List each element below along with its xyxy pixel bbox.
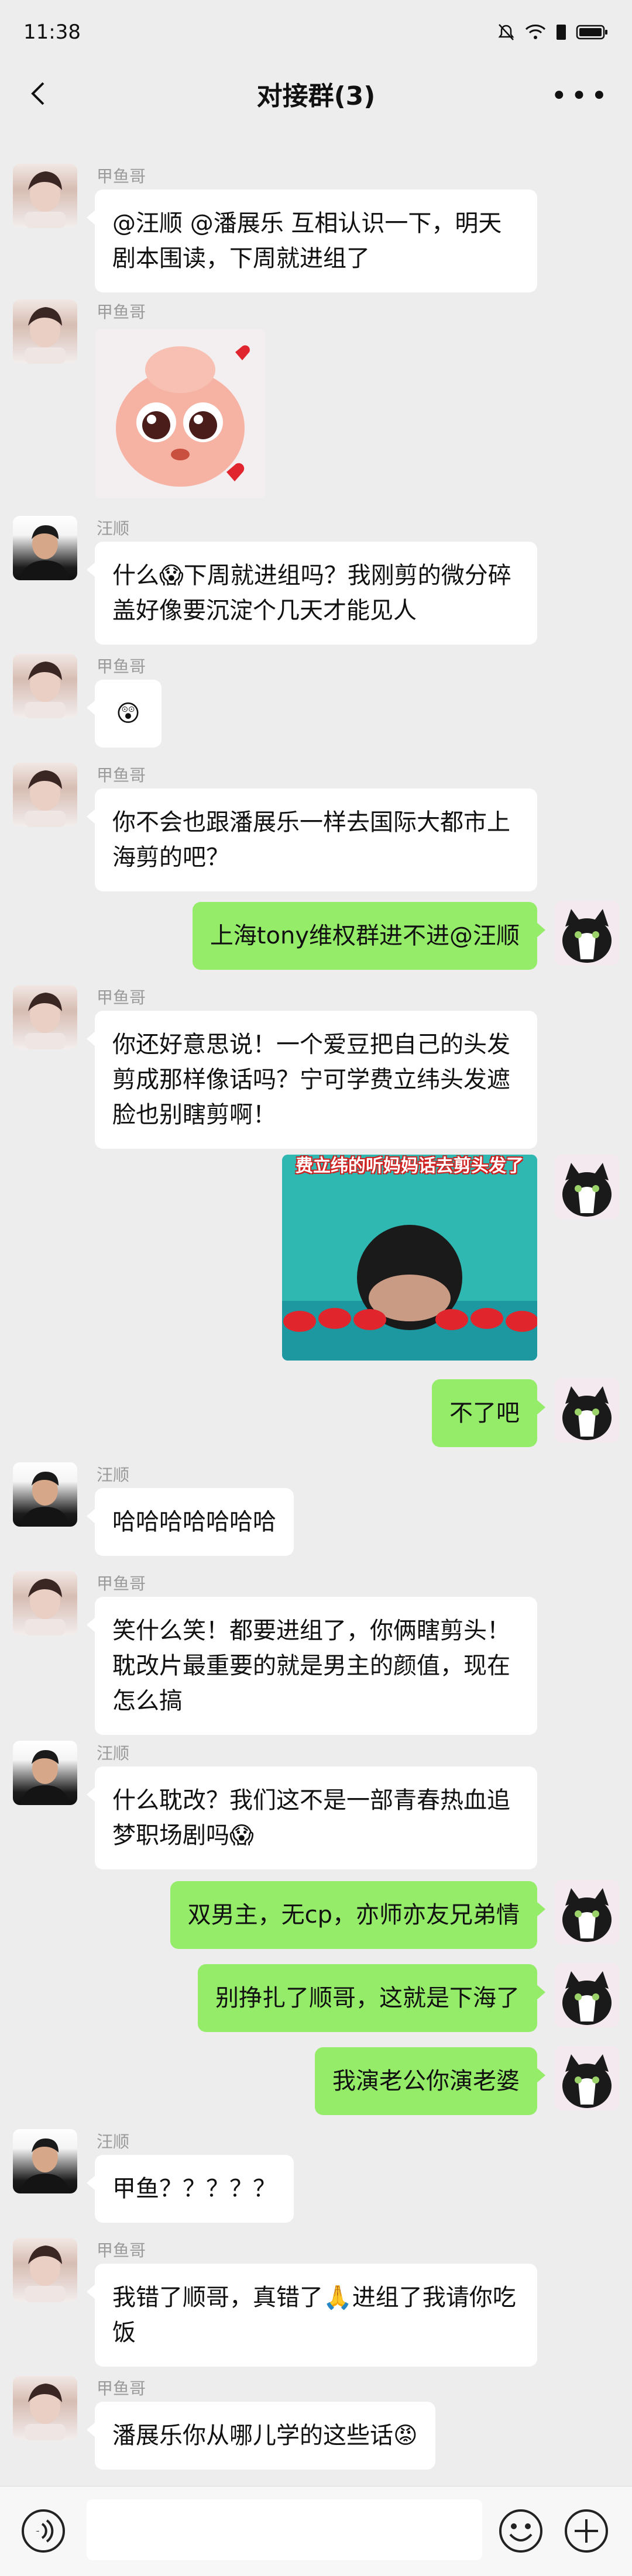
message-bubble[interactable]: 😲: [87, 680, 162, 748]
sender-name: 汪顺: [97, 1465, 130, 1485]
pink-creature-sticker-image: [116, 345, 250, 487]
message-input[interactable]: [87, 2499, 482, 2560]
avatar-portrait-icon: [25, 171, 66, 228]
avatar-me[interactable]: [555, 901, 619, 965]
sender-name: 甲鱼哥: [97, 2379, 146, 2398]
mute-icon: [498, 24, 514, 40]
avatar-jiayuge[interactable]: [13, 164, 77, 228]
avatar-portrait-icon: [25, 993, 66, 1049]
message-bubble[interactable]: 什么😱下周就进组吗？我刚剪的微分碎盖好像要沉淀个几天才能见人: [87, 542, 537, 645]
avatar-me[interactable]: [555, 2046, 619, 2110]
sender-name: 甲鱼哥: [97, 988, 146, 1007]
message-bubble[interactable]: @汪顺 @潘展乐 互相认识一下，明天剧本围读，下周就进组了: [87, 190, 537, 292]
avatar-portrait-icon: [25, 2384, 66, 2440]
sender-name: 甲鱼哥: [97, 657, 146, 676]
swimmer-meme-sticker[interactable]: 费立纬的听妈妈话去剪头发了: [282, 1155, 537, 1361]
input-bar: [0, 2486, 632, 2576]
message-bubble[interactable]: 你还好意思说！一个爱豆把自己的头发剪成那样像话吗？宁可学费立纬头发遮脸也别瞎剪啊…: [87, 1011, 537, 1149]
battery-icon: [576, 25, 607, 40]
sim-icon: [557, 25, 566, 40]
message-bubble[interactable]: 什么耽改？我们这不是一部青春热血追梦职场剧吗😱: [87, 1766, 537, 1869]
avatar-portrait-icon: [20, 2138, 70, 2193]
avatar-jiayuge[interactable]: [13, 2238, 77, 2302]
avatar-portrait-icon: [20, 1472, 70, 1527]
avatar-jiayuge[interactable]: [13, 299, 77, 364]
sender-name: 甲鱼哥: [97, 2241, 146, 2260]
pink-creature-sticker[interactable]: [95, 329, 266, 498]
avatar-portrait-icon: [20, 1750, 70, 1805]
status-time: 11:38: [23, 20, 81, 44]
avatar-me[interactable]: [555, 1880, 619, 1944]
my-message-bubble[interactable]: 别挣扎了顺哥，这就是下海了: [198, 1964, 545, 2032]
sender-name: 汪顺: [97, 519, 130, 538]
my-message-bubble[interactable]: 双男主，无cp，亦师亦友兄弟情: [170, 1881, 546, 1949]
plus-icon[interactable]: [563, 2508, 610, 2554]
cat-avatar-icon: [555, 1880, 619, 1944]
message-list[interactable]: 甲鱼哥 @汪顺 @潘展乐 互相认识一下，明天剧本围读，下周就进组了 甲鱼哥 汪顺…: [0, 123, 632, 2486]
chat-header: 对接群(3) •••: [0, 64, 632, 123]
cat-avatar-icon: [555, 1378, 619, 1442]
chat-title: 对接群(3): [256, 81, 376, 111]
back-icon[interactable]: [23, 78, 54, 109]
avatar-portrait-icon: [25, 1579, 66, 1635]
sender-name: 甲鱼哥: [97, 302, 146, 322]
avatar-jiayuge[interactable]: [13, 1571, 77, 1635]
emoji-icon[interactable]: [497, 2508, 544, 2554]
sender-name: 汪顺: [97, 1744, 130, 1763]
message-bubble[interactable]: 笑什么笑！都要进组了，你俩瞎剪头！耽改片最重要的就是男主的颜值，现在怎么搞: [87, 1597, 537, 1735]
status-icons: [496, 22, 609, 42]
more-icon[interactable]: •••: [551, 80, 611, 112]
sender-name: 甲鱼哥: [97, 1574, 146, 1593]
avatar-jiayuge[interactable]: [13, 985, 77, 1049]
swimmer-meme-image: [282, 1155, 537, 1361]
avatar-jiayuge[interactable]: [13, 654, 77, 718]
avatar-portrait-icon: [25, 2246, 66, 2302]
cat-avatar-icon: [555, 1155, 619, 1219]
my-message-bubble[interactable]: 不了吧: [432, 1379, 545, 1447]
meme-caption: 费立纬的听妈妈话去剪头发了: [296, 1156, 524, 1176]
message-bubble[interactable]: 我错了顺哥，真错了🙏进组了我请你吃饭: [87, 2264, 537, 2367]
sender-name: 汪顺: [97, 2132, 130, 2151]
cat-avatar-icon: [555, 1963, 619, 2027]
cat-avatar-icon: [555, 901, 619, 965]
voice-input-icon[interactable]: [20, 2508, 67, 2554]
message-bubble[interactable]: 潘展乐你从哪儿学的这些话😡: [87, 2402, 435, 2470]
sender-name: 甲鱼哥: [97, 766, 146, 785]
cat-avatar-icon: [555, 2046, 619, 2110]
sender-name: 甲鱼哥: [97, 167, 146, 186]
avatar-wangshun[interactable]: [13, 516, 77, 580]
status-bar: 11:38: [0, 0, 632, 64]
wifi-icon: [525, 25, 546, 39]
my-message-bubble[interactable]: 我演老公你演老婆: [315, 2047, 545, 2115]
my-message-bubble[interactable]: 上海tony维权群进不进@汪顺: [192, 902, 546, 970]
avatar-wangshun[interactable]: [13, 1741, 77, 1805]
avatar-jiayuge[interactable]: [13, 763, 77, 827]
avatar-jiayuge[interactable]: [13, 2376, 77, 2440]
avatar-me[interactable]: [555, 1963, 619, 2027]
message-bubble[interactable]: 哈哈哈哈哈哈哈: [87, 1488, 294, 1556]
avatar-portrait-icon: [20, 525, 70, 580]
avatar-portrait-icon: [25, 662, 66, 718]
avatar-me[interactable]: [555, 1155, 619, 1219]
avatar-portrait-icon: [25, 307, 66, 364]
avatar-me[interactable]: [555, 1378, 619, 1442]
message-bubble[interactable]: 你不会也跟潘展乐一样去国际大都市上海剪的吧？: [87, 788, 537, 891]
avatar-portrait-icon: [25, 770, 66, 827]
avatar-wangshun[interactable]: [13, 2129, 77, 2193]
message-bubble[interactable]: 甲鱼？？？？？: [87, 2155, 294, 2223]
avatar-wangshun[interactable]: [13, 1462, 77, 1527]
